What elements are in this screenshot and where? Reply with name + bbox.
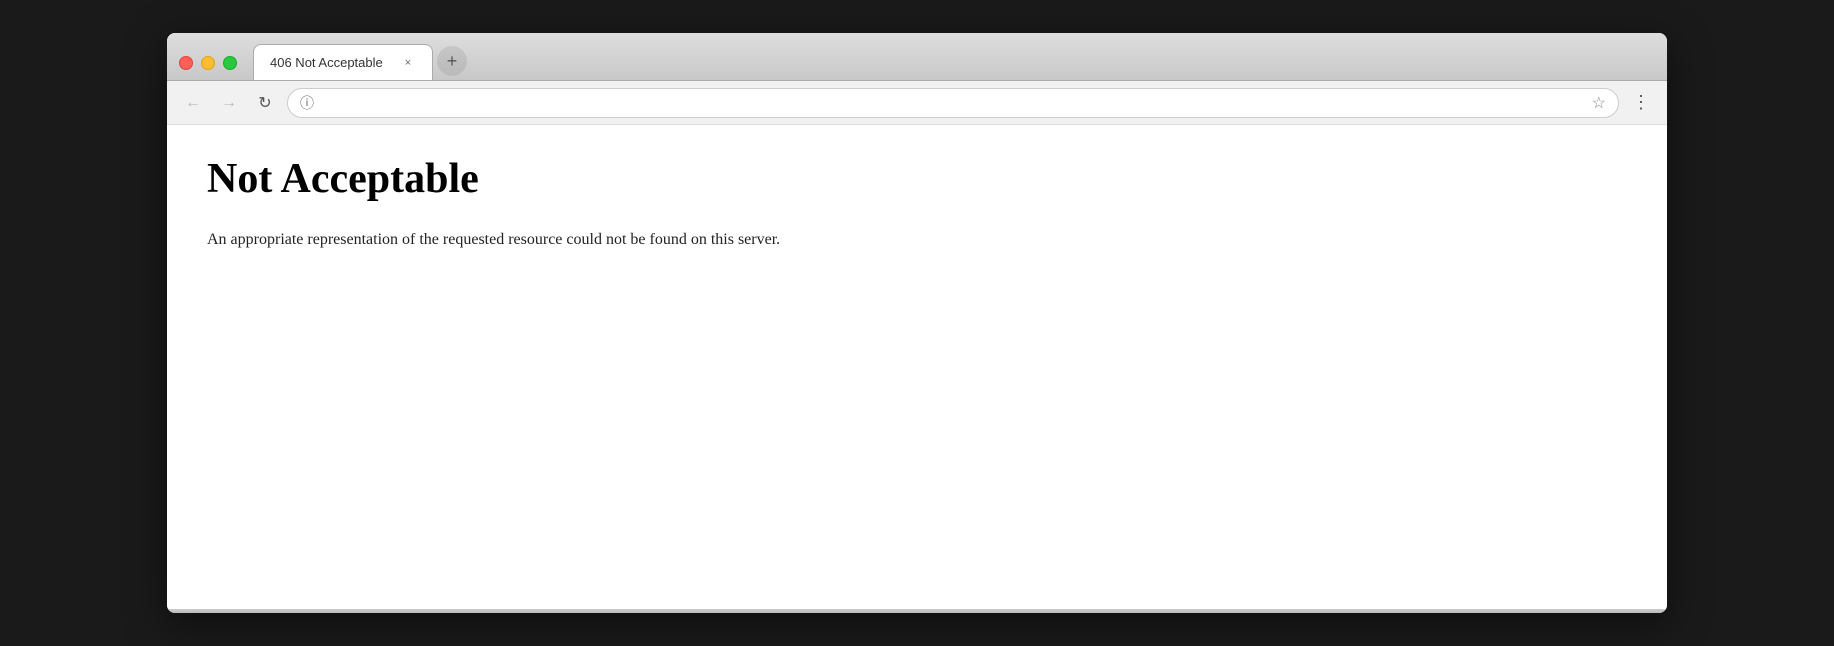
reload-icon: ↻: [258, 93, 271, 113]
traffic-lights: [179, 56, 237, 80]
minimize-button[interactable]: [201, 56, 215, 70]
close-button[interactable]: [179, 56, 193, 70]
tab-close-button[interactable]: ×: [400, 55, 416, 71]
forward-button[interactable]: →: [215, 89, 243, 117]
info-icon: ⓘ: [300, 93, 314, 113]
error-description: An appropriate representation of the req…: [207, 227, 1627, 253]
bottom-bar: [167, 609, 1667, 613]
maximize-button[interactable]: [223, 56, 237, 70]
tab-strip: 406 Not Acceptable × +: [253, 44, 1655, 80]
tab-label: 406 Not Acceptable: [270, 55, 383, 70]
new-tab-button[interactable]: +: [437, 46, 467, 76]
forward-icon: →: [221, 94, 237, 112]
back-button[interactable]: ←: [179, 89, 207, 117]
error-heading: Not Acceptable: [207, 155, 1627, 203]
bookmark-star-icon[interactable]: ☆: [1592, 93, 1606, 113]
browser-menu-button[interactable]: ⋮: [1627, 89, 1655, 117]
page-content: Not Acceptable An appropriate representa…: [167, 125, 1667, 609]
browser-window: 406 Not Acceptable × + ← → ↻ ⓘ ☆ ⋮: [167, 33, 1667, 613]
reload-button[interactable]: ↻: [251, 89, 279, 117]
active-tab[interactable]: 406 Not Acceptable ×: [253, 44, 433, 80]
back-icon: ←: [185, 94, 201, 112]
title-bar: 406 Not Acceptable × +: [167, 33, 1667, 81]
nav-bar: ← → ↻ ⓘ ☆ ⋮: [167, 81, 1667, 125]
address-bar[interactable]: ⓘ ☆: [287, 88, 1619, 118]
menu-icon: ⋮: [1632, 92, 1650, 113]
